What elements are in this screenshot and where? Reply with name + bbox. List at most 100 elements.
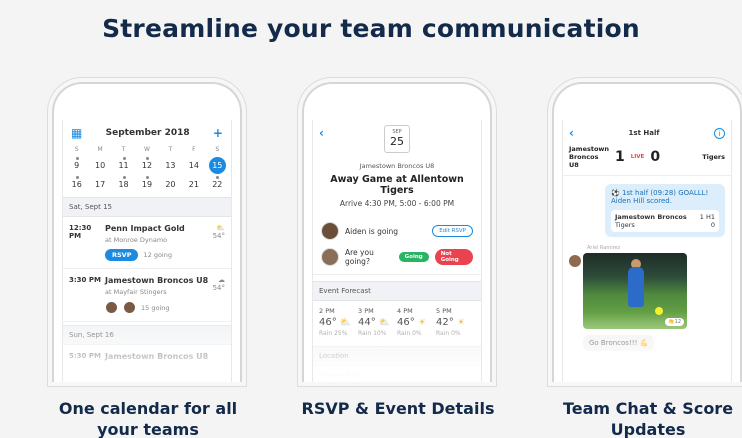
event-item[interactable]: 5:30 PM Jamestown Broncos U8 [63,345,231,369]
calendar-day[interactable]: 22 [206,175,229,194]
forecast-temp: 46° [319,317,337,328]
event-temp: 54° [212,232,225,240]
soccer-ball-icon: ⚽ [611,189,620,197]
chat-screen: ‹ 1st Half i Jamestown Broncos U8 1 LIVE… [562,120,732,382]
home-score: 1 [615,149,625,165]
dow-label: W [144,146,150,153]
calendar-day[interactable]: 12 [135,156,158,175]
sun-icon: ☀ [417,318,426,328]
photo-message[interactable]: Ariel Ramirez 👏12 [569,245,731,329]
event-arrival: Arrive 4:30 PM, 5:00 - 6:00 PM [339,199,455,208]
forecast-time: 3 PM [358,307,374,315]
going-count: 12 going [143,251,172,259]
edit-rsvp-button[interactable]: Edit RSVP [432,225,473,237]
dow-label: F [192,146,196,153]
date-day: 25 [390,135,404,148]
forecast-temp: 46° [397,317,415,328]
calendar-day[interactable]: 21 [182,175,205,194]
scoreboard: Jamestown Broncos U8 1 LIVE 0 Tigers [563,142,731,176]
date-section-header: Sat, Sept 15 [63,197,231,217]
forecast-time: 2 PM [319,307,335,315]
avatar [123,301,136,314]
going-count: 15 going [141,303,170,312]
calendar-day[interactable]: 14 [182,156,205,175]
forecast-item: 3 PM 44° ⛅ Rain 10% [358,307,397,337]
ball-shape [655,307,663,315]
forecast-rain: Rain 0% [436,330,461,337]
calendar-day[interactable]: 19 [135,175,158,194]
calendar-header: ▦ September 2018 + [63,120,231,143]
info-icon[interactable]: i [714,127,725,139]
location-value[interactable]: Powers Park [313,366,481,382]
calendar-day[interactable]: 10 [88,156,111,175]
dow-label: S [74,146,79,153]
event-title: Away Game at Allentown Tigers [330,174,464,196]
event-temp: 54° [212,284,225,292]
forecast-rain: Rain 10% [358,330,387,337]
rsvp-status: Aiden is going [345,226,399,236]
calendar-day[interactable]: 20 [159,175,182,194]
game-period: 1st Half [628,129,660,137]
goal-message[interactable]: ⚽ 1st half (09:28) GOALLL! Aiden Hill sc… [605,184,725,237]
partly-sunny-icon: ⛅ [339,318,352,328]
event-title: Jamestown Broncos U8 [105,276,209,285]
back-icon[interactable]: ‹ [569,126,574,140]
calendar-day[interactable]: 17 [88,175,111,194]
calendar-phone: ▦ September 2018 + S M T W T F S 9 10 11… [52,82,242,382]
forecast-temp: 42° [436,317,454,328]
today-number: 15 [208,157,226,174]
forecast-item: 2 PM 46° ⛅ Rain 25% [319,307,358,337]
forecast-item: 5 PM 42° ☀ Rain 0% [436,307,475,337]
caption-calendar: One calendar for all your teams [58,399,238,438]
calendar-day[interactable]: 13 [159,156,182,175]
home-team: Jamestown Broncos U8 [569,145,610,169]
away-score: 0 [650,149,661,165]
location-header: Location [313,346,481,366]
going-button[interactable]: Going [398,252,429,262]
event-location: at Mayfair Stingers [105,288,167,296]
forecast-row: 2 PM 46° ⛅ Rain 25% 3 PM 44° ⛅ Rain 10% … [313,301,481,343]
forecast-header: Event Forecast [313,281,481,301]
calendar-day[interactable]: 16 [65,175,88,194]
score-half: H1 [705,213,715,221]
calendar-day[interactable]: 18 [112,175,135,194]
rsvp-button[interactable]: RSVP [105,249,139,261]
dow-label: T [121,146,126,153]
not-going-button[interactable]: Not Going [434,249,473,265]
calendar-day-today[interactable]: 15 [206,156,229,175]
rsvp-phone: ‹ SEP 25 Jamestown Broncos U8 Away Game … [302,82,492,382]
calendar-day[interactable]: 9 [65,156,88,175]
rsvp-question: Are you going? [345,248,374,266]
forecast-temp: 44° [358,317,376,328]
dow-label: M [97,146,103,153]
event-item[interactable]: 12:30 PM Penn Impact Gold at Monroe Dyna… [63,217,231,269]
score-value-2: 0 [710,221,715,229]
caption-chat: Team Chat & Score Updates [562,399,734,438]
calendar-icon[interactable]: ▦ [71,126,82,140]
goal-text: 1st half (09:28) GOALLL! Aiden Hill scor… [611,189,709,205]
date-section-header: Sun, Sept 16 [63,325,231,345]
event-item[interactable]: 3:30 PM Jamestown Broncos U8 at Mayfair … [63,269,231,322]
event-time: 3:30 PM [69,276,101,284]
away-team: Tigers [702,153,725,161]
event-time: 5:30 PM [69,352,101,360]
back-icon[interactable]: ‹ [319,126,324,140]
avatar [569,255,581,267]
event-title: Jamestown Broncos U8 [105,352,209,361]
caption-rsvp: RSVP & Event Details [301,399,495,418]
live-badge: LIVE [630,154,645,160]
event-time: 12:30 PM [69,224,92,240]
calendar-day[interactable]: 11 [112,156,135,175]
weather-icon: ☁ [218,276,225,284]
soccer-photo[interactable]: 👏12 [583,253,687,329]
add-icon[interactable]: + [213,126,223,140]
calendar-screen: ▦ September 2018 + S M T W T F S 9 10 11… [62,120,232,382]
reply-message[interactable]: Go Broncos!!! 💪 [583,335,655,351]
reaction-badge[interactable]: 👏12 [665,318,684,326]
avatar [321,222,339,240]
avatar [321,248,339,266]
score-team-1: Jamestown Broncos [615,213,687,221]
sender-name: Ariel Ramirez [587,245,621,251]
sun-icon: ☀ [456,318,465,328]
forecast-time: 4 PM [397,307,413,315]
